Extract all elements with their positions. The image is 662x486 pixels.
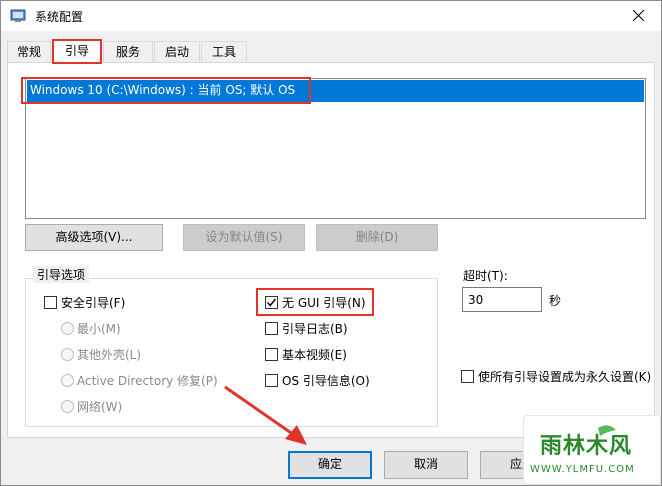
- radio-circle: [61, 322, 74, 335]
- safe-boot-box: [44, 296, 57, 309]
- make-permanent-label: 使所有引导设置成为永久设置(K): [478, 370, 652, 384]
- radio-circle: [61, 348, 74, 361]
- set-default-button[interactable]: 设为默认值(S): [183, 224, 305, 251]
- advanced-options-button[interactable]: 高级选项(V)...: [25, 224, 163, 251]
- os-boot-info-label: OS 引导信息(O): [282, 374, 370, 388]
- watermark-logo: 雨林木风 WWW.YLMFU.COM: [523, 415, 661, 485]
- tab-tools[interactable]: 工具: [201, 41, 247, 63]
- timeout-unit: 秒: [549, 294, 562, 308]
- timeout-label: 超时(T):: [463, 269, 508, 283]
- cancel-button[interactable]: 取消: [384, 451, 468, 479]
- watermark-url: WWW.YLMFU.COM: [530, 464, 635, 475]
- radio-circle: [61, 374, 74, 387]
- delete-button[interactable]: 删除(D): [316, 224, 438, 251]
- base-video-box: [265, 348, 278, 361]
- title-bar: 系统配置: [1, 1, 661, 31]
- tab-general[interactable]: 常规: [7, 41, 51, 63]
- boot-log-box: [265, 322, 278, 335]
- timeout-input[interactable]: [462, 287, 542, 312]
- boot-options-label: 引导选项: [33, 266, 90, 283]
- safe-boot-label: 安全引导(F): [61, 296, 126, 310]
- make-permanent-box: [461, 370, 474, 383]
- close-button[interactable]: [617, 1, 661, 31]
- os-boot-info-box: [265, 374, 278, 387]
- close-icon: [633, 10, 644, 21]
- radio-network-label: 网络(W): [77, 400, 123, 414]
- radio-alternate-shell-label: 其他外壳(L): [77, 348, 142, 362]
- radio-minimal-label: 最小(M): [77, 322, 121, 336]
- system-config-window: 系统配置 常规 引导 服务 启动 工具 Windows 10 (C:\Windo…: [0, 0, 662, 486]
- boot-log-label: 引导日志(B): [282, 322, 348, 336]
- base-video-label: 基本视频(E): [282, 348, 347, 362]
- no-gui-boot-label: 无 GUI 引导(N): [282, 296, 366, 310]
- watermark-text: 雨林木风: [540, 434, 633, 459]
- window-title: 系统配置: [35, 10, 84, 24]
- tab-boot[interactable]: 引导: [52, 39, 102, 64]
- radio-circle: [61, 400, 74, 413]
- os-list[interactable]: Windows 10 (C:\Windows) : 当前 OS; 默认 OS: [25, 78, 646, 219]
- tab-startup[interactable]: 启动: [154, 41, 200, 63]
- ok-button[interactable]: 确定: [288, 451, 372, 479]
- radio-ad-repair-label: Active Directory 修复(P): [77, 374, 218, 388]
- tab-services[interactable]: 服务: [103, 41, 153, 63]
- checkmark-icon: [266, 298, 277, 307]
- no-gui-boot-box: [265, 296, 278, 309]
- os-entry-selected[interactable]: Windows 10 (C:\Windows) : 当前 OS; 默认 OS: [27, 80, 644, 102]
- msconfig-icon: [10, 8, 26, 24]
